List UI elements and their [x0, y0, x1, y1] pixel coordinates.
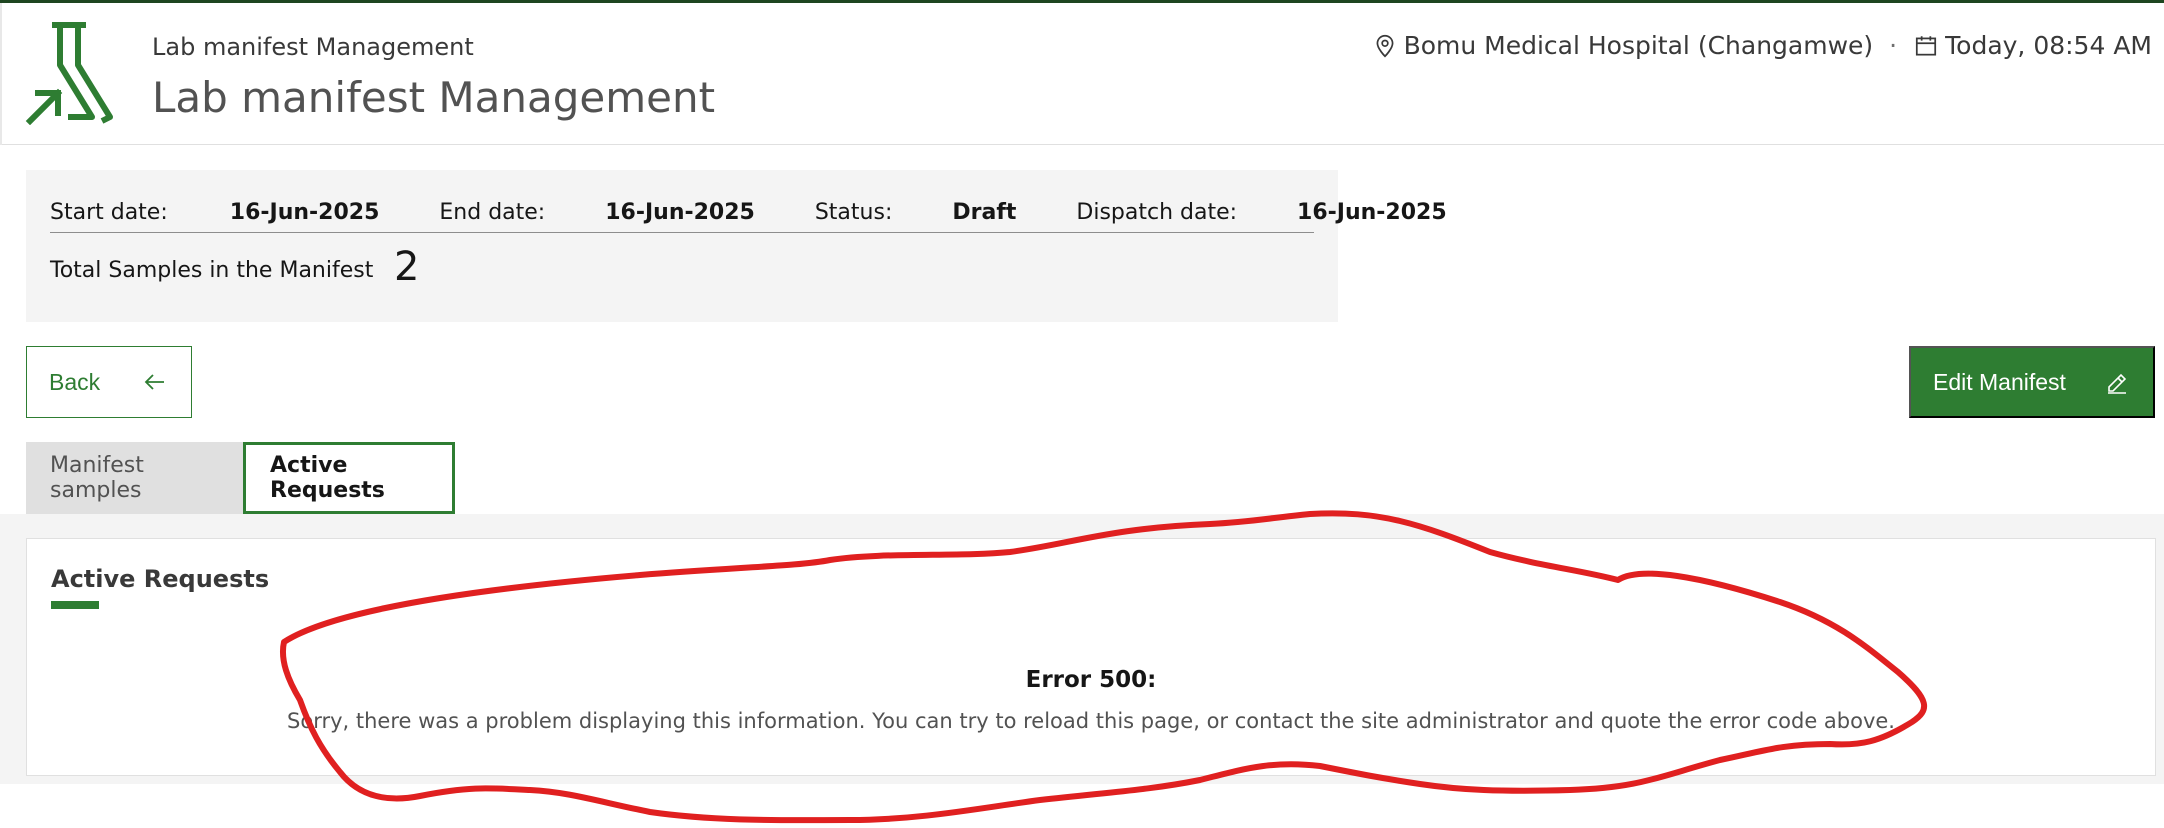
active-requests-panel: Active Requests Error 500: Sorry, there … — [26, 538, 2156, 776]
start-date-label: Start date: — [50, 199, 168, 225]
datetime-text[interactable]: Today, 08:54 AM — [1945, 31, 2152, 60]
status-value: Draft — [952, 199, 1017, 225]
panel-title: Active Requests — [51, 565, 270, 593]
panel-title-underline — [51, 601, 99, 609]
dispatch-date-value: 16-Jun-2025 — [1297, 199, 1447, 225]
back-button-label: Back — [49, 368, 101, 395]
error-message: Sorry, there was a problem displaying th… — [287, 709, 1895, 733]
header-separator: · — [1889, 31, 1898, 60]
end-date-value: 16-Jun-2025 — [605, 199, 755, 225]
app-subtitle: Lab manifest Management — [152, 33, 474, 61]
arrow-left-icon — [144, 374, 164, 390]
tab-manifest-samples[interactable]: Manifest samples — [26, 442, 243, 514]
tab-active-requests[interactable]: Active Requests — [243, 442, 455, 514]
calendar-icon — [1913, 33, 1939, 59]
status-label: Status: — [814, 199, 893, 225]
start-date-value: 16-Jun-2025 — [229, 199, 380, 225]
header-left-edge — [0, 3, 2, 145]
manifest-tabs: Manifest samples Active Requests — [26, 442, 455, 514]
back-button[interactable]: Back — [26, 346, 192, 418]
dispatch-date-label: Dispatch date: — [1076, 199, 1238, 225]
edit-manifest-button[interactable]: Edit Manifest — [1909, 346, 2155, 418]
location-text[interactable]: Bomu Medical Hospital (Changamwe) — [1404, 31, 1874, 60]
header-context: Bomu Medical Hospital (Changamwe) · Toda… — [1372, 31, 2152, 60]
total-samples-value: 2 — [394, 244, 420, 290]
total-samples-label: Total Samples in the Manifest — [50, 258, 374, 283]
error-title: Error 500: — [1025, 667, 1157, 693]
flask-arrow-icon — [25, 22, 113, 125]
app-header: Lab manifest Management Lab manifest Man… — [0, 3, 2164, 145]
manifest-summary: Start date: 16-Jun-2025 End date: 16-Jun… — [26, 170, 1447, 322]
page-title: Lab manifest Management — [152, 73, 716, 122]
manifest-dates-row: Start date: 16-Jun-2025 End date: 16-Jun… — [50, 194, 1447, 230]
edit-manifest-label: Edit Manifest — [1933, 368, 2066, 395]
pencil-icon — [2108, 373, 2127, 394]
location-pin-icon — [1372, 33, 1398, 59]
summary-divider — [50, 232, 1314, 233]
end-date-label: End date: — [439, 199, 546, 225]
